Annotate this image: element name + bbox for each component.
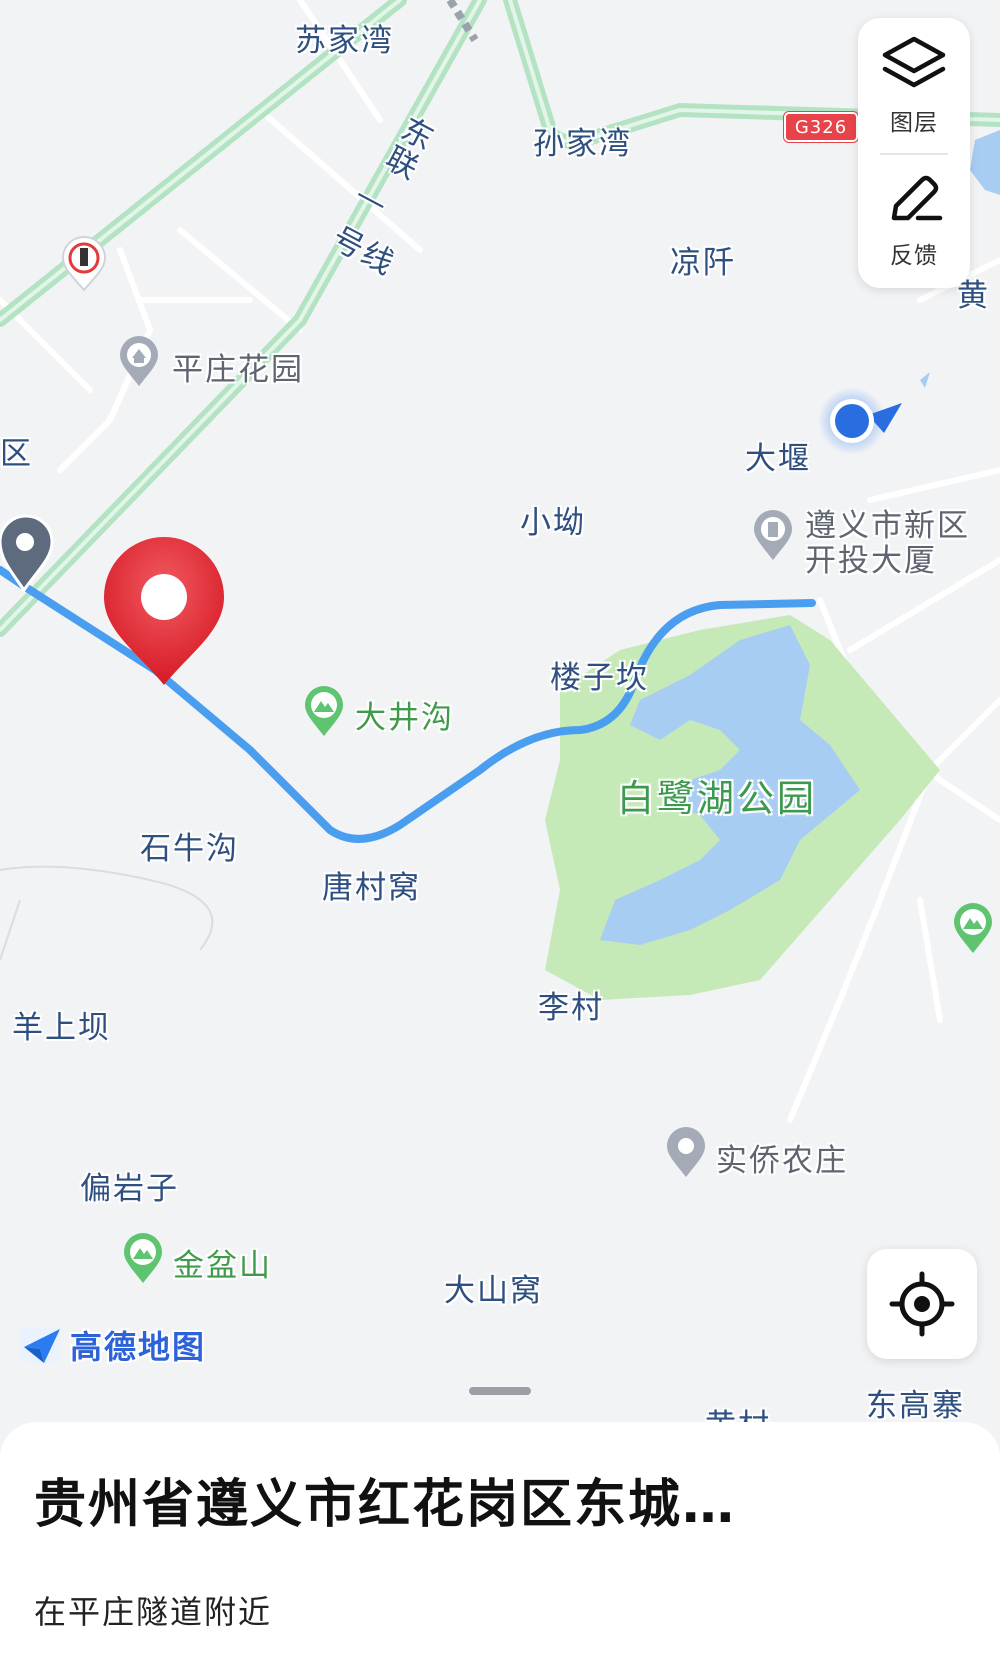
- destination-pin-icon[interactable]: [100, 535, 228, 687]
- location-subtitle: 在平庄隧道附近: [34, 1593, 273, 1631]
- building-poi-icon[interactable]: [118, 336, 160, 388]
- place-label-shiniugou[interactable]: 石牛沟: [140, 823, 239, 868]
- gas-station-icon[interactable]: [60, 236, 108, 292]
- poi-label-kaitou-2[interactable]: 开投大厦: [805, 535, 937, 580]
- farm-poi-icon[interactable]: [665, 1127, 707, 1179]
- map-tools-panel: 图层 反馈: [858, 18, 970, 288]
- poi-label-dajinggou[interactable]: 大井沟: [355, 692, 454, 737]
- feedback-button[interactable]: 反馈: [858, 153, 970, 288]
- park-label-bailuhu[interactable]: 白鹭湖公园: [617, 768, 817, 822]
- place-label-licun[interactable]: 李村: [538, 982, 604, 1027]
- place-label-liangqian[interactable]: 凉阡: [670, 237, 736, 282]
- place-label-xiao-ao[interactable]: 小坳: [520, 497, 586, 542]
- place-label-sunjiawan[interactable]: 孙家湾: [533, 118, 632, 163]
- place-label-yangshangba[interactable]: 羊上坝: [12, 1002, 111, 1047]
- mountain-poi-icon[interactable]: [122, 1233, 164, 1285]
- bottom-sheet[interactable]: 贵州省遵义市红花岗区东城… 在平庄隧道附近: [0, 1422, 1000, 1677]
- place-label-louzikan[interactable]: 楼子坎: [550, 652, 649, 697]
- location-title: 贵州省遵义市红花岗区东城…: [34, 1475, 737, 1535]
- highway-shield: G326: [784, 112, 858, 142]
- mountain-poi-icon[interactable]: [303, 686, 345, 738]
- map-canvas[interactable]: [0, 0, 1000, 1430]
- edit-pencil-icon: [891, 175, 943, 220]
- layers-icon: [882, 36, 946, 87]
- poi-label-shiqiao[interactable]: 实侨农庄: [716, 1135, 848, 1180]
- place-label-pianyanzi[interactable]: 偏岩子: [80, 1163, 179, 1208]
- office-poi-icon[interactable]: [752, 510, 794, 562]
- feedback-label: 反馈: [890, 242, 938, 269]
- mountain-poi-icon[interactable]: [952, 903, 994, 955]
- current-location-icon[interactable]: [818, 385, 910, 457]
- amap-logo-icon: [20, 1327, 60, 1363]
- map-view[interactable]: 苏家湾 孙家湾 G326 凉阡 黄 大堰 小坳 楼子坎 大井沟 白鹭湖公园 石牛…: [0, 0, 1000, 1444]
- place-label-sujiawan[interactable]: 苏家湾: [295, 15, 394, 60]
- locate-me-button[interactable]: [867, 1249, 977, 1359]
- poi-label-pingzhuang-garden[interactable]: 平庄花园: [172, 344, 304, 389]
- start-marker-icon[interactable]: [0, 512, 58, 592]
- poi-label-jinpenshan[interactable]: 金盆山: [173, 1240, 272, 1285]
- place-label-donggaozhai[interactable]: 东高寨: [866, 1380, 965, 1425]
- place-label-district[interactable]: 区: [0, 428, 33, 473]
- layers-button[interactable]: 图层: [858, 18, 970, 153]
- place-label-dayan[interactable]: 大堰: [745, 433, 811, 478]
- place-label-tangcunwo[interactable]: 唐村窝: [322, 862, 421, 907]
- place-label-dashanwo[interactable]: 大山窝: [444, 1265, 543, 1310]
- amap-logo: 高德地图: [20, 1322, 206, 1368]
- layers-label: 图层: [890, 109, 938, 136]
- drag-handle[interactable]: [469, 1387, 531, 1395]
- amap-logo-text: 高德地图: [70, 1328, 207, 1366]
- crosshair-icon: [889, 1271, 955, 1337]
